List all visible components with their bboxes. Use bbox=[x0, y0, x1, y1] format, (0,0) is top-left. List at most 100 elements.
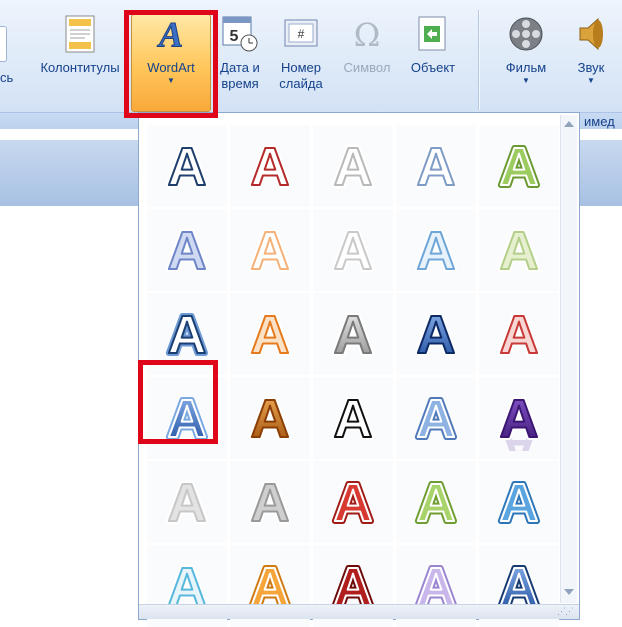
object-button[interactable]: Объект bbox=[402, 14, 464, 76]
sound-dropdown-arrow: ▼ bbox=[587, 76, 595, 85]
svg-text:A: A bbox=[417, 389, 456, 449]
wordart-letter-icon: AA bbox=[331, 470, 376, 535]
movie-button[interactable]: Фильм ▼ bbox=[496, 14, 556, 85]
svg-text:#: # bbox=[298, 27, 305, 41]
svg-text:A: A bbox=[251, 137, 290, 197]
wordart-letter-icon: AA bbox=[331, 302, 376, 367]
svg-text:A: A bbox=[334, 389, 373, 449]
gallery-resize-grip[interactable]: ⋰⋰ bbox=[139, 604, 579, 619]
movie-dropdown-arrow: ▼ bbox=[522, 76, 530, 85]
svg-text:A: A bbox=[334, 137, 373, 197]
wordart-letter-icon: AA bbox=[165, 470, 210, 535]
wordart-style-tile[interactable]: AA bbox=[230, 293, 310, 375]
gallery-scrollbar[interactable] bbox=[560, 115, 577, 603]
svg-text:A: A bbox=[334, 305, 373, 365]
slide-number-label-2: слайда bbox=[279, 76, 323, 91]
wordart-style-tile[interactable]: AA bbox=[313, 293, 393, 375]
sound-button[interactable]: Звук ▼ bbox=[566, 14, 616, 85]
svg-text:A: A bbox=[168, 305, 207, 365]
wordart-style-tile[interactable]: AA bbox=[230, 461, 310, 543]
wordart-letter-icon: AA bbox=[165, 302, 210, 367]
scroll-up-arrow-icon[interactable] bbox=[564, 121, 574, 127]
date-time-button[interactable]: 5 Дата и время bbox=[210, 14, 270, 92]
resize-grip-icon: ⋰⋰ bbox=[557, 606, 574, 616]
svg-text:A: A bbox=[500, 137, 539, 197]
wordart-style-tile[interactable]: AA bbox=[479, 209, 559, 291]
wordart-letter-icon: AA bbox=[248, 218, 293, 283]
wordart-letter-icon: AA bbox=[497, 470, 542, 535]
svg-text:A: A bbox=[417, 137, 456, 197]
wordart-style-tile[interactable]: AA bbox=[147, 461, 227, 543]
symbol-label: Символ bbox=[343, 60, 391, 75]
wordart-letter-icon: AA bbox=[497, 218, 542, 283]
wordart-letter-icon: AA bbox=[165, 134, 210, 199]
svg-text:A: A bbox=[417, 473, 456, 533]
header-footer-button[interactable]: Колонтитулы bbox=[30, 14, 130, 76]
wordart-letter-icon: AAA bbox=[497, 386, 542, 451]
wordart-style-tile[interactable]: AA bbox=[230, 209, 310, 291]
wordart-style-tile[interactable]: AA bbox=[396, 209, 476, 291]
header-footer-label: Колонтитулы bbox=[40, 60, 120, 75]
svg-text:A: A bbox=[500, 473, 539, 533]
group-label-multimedia: имед bbox=[584, 114, 615, 129]
wordart-letter-icon: AA bbox=[248, 386, 293, 451]
wordart-style-tile[interactable]: AA bbox=[396, 125, 476, 207]
header-footer-icon bbox=[61, 14, 99, 54]
wordart-style-tile[interactable]: AA bbox=[147, 209, 227, 291]
wordart-style-tile[interactable]: AA bbox=[313, 461, 393, 543]
wordart-letter-icon: AA bbox=[497, 302, 542, 367]
scroll-down-arrow-icon[interactable] bbox=[564, 589, 574, 595]
wordart-style-tile[interactable]: AA bbox=[396, 377, 476, 459]
wordart-style-tile[interactable]: AAA bbox=[479, 377, 559, 459]
wordart-style-tile[interactable]: AA bbox=[479, 293, 559, 375]
group-separator bbox=[478, 10, 479, 110]
wordart-style-tile[interactable]: AA bbox=[313, 377, 393, 459]
omega-icon: Ω bbox=[348, 14, 386, 54]
calendar-clock-icon: 5 bbox=[221, 14, 259, 54]
svg-text:A: A bbox=[500, 305, 539, 365]
wordart-letter-icon: AA bbox=[248, 302, 293, 367]
sound-label: Звук bbox=[577, 60, 605, 75]
svg-text:A: A bbox=[168, 473, 207, 533]
wordart-letter-icon: AA bbox=[165, 218, 210, 283]
slide-number-icon: # bbox=[282, 14, 320, 54]
wordart-style-tile[interactable]: AA bbox=[147, 125, 227, 207]
wordart-letter-icon: AA bbox=[248, 134, 293, 199]
wordart-letter-icon: AA bbox=[414, 386, 459, 451]
svg-text:A: A bbox=[334, 221, 373, 281]
wordart-letter-icon: AA bbox=[331, 134, 376, 199]
wordart-style-tile[interactable]: AA bbox=[479, 461, 559, 543]
svg-text:A: A bbox=[251, 389, 290, 449]
date-time-label-1: Дата и bbox=[220, 60, 260, 75]
wordart-style-tile[interactable]: AA bbox=[479, 125, 559, 207]
svg-text:A: A bbox=[168, 137, 207, 197]
svg-text:A: A bbox=[417, 221, 456, 281]
wordart-letter-icon: AA bbox=[248, 470, 293, 535]
wordart-letter-icon: AA bbox=[414, 470, 459, 535]
wordart-style-tile[interactable]: AA bbox=[313, 125, 393, 207]
slide-number-button[interactable]: # Номер слайда bbox=[270, 14, 332, 92]
movie-label: Фильм bbox=[505, 60, 547, 75]
wordart-style-tile[interactable]: AA bbox=[230, 125, 310, 207]
slide-number-label-1: Номер bbox=[280, 60, 321, 75]
clipped-button-edge bbox=[0, 26, 7, 62]
object-icon bbox=[414, 14, 452, 54]
svg-text:A: A bbox=[500, 221, 539, 281]
wordart-letter-icon: AA bbox=[414, 134, 459, 199]
wordart-style-tile[interactable]: AA bbox=[396, 293, 476, 375]
date-time-label-2: время bbox=[221, 76, 259, 91]
svg-text:A: A bbox=[251, 221, 290, 281]
wordart-letter-icon: AA bbox=[414, 302, 459, 367]
wordart-style-tile[interactable]: AA bbox=[230, 377, 310, 459]
film-reel-icon bbox=[507, 14, 545, 54]
wordart-letter-icon: AA bbox=[331, 218, 376, 283]
wordart-style-tile[interactable]: AA bbox=[313, 209, 393, 291]
wordart-style-tile[interactable]: AA bbox=[396, 461, 476, 543]
wordart-letter-icon: AA bbox=[331, 386, 376, 451]
svg-text:Ω: Ω bbox=[354, 17, 381, 51]
speaker-icon bbox=[572, 14, 610, 54]
svg-text:A: A bbox=[168, 221, 207, 281]
selected-style-highlight bbox=[138, 360, 218, 444]
svg-text:A: A bbox=[417, 305, 456, 365]
symbol-button[interactable]: Ω Символ bbox=[336, 14, 398, 76]
